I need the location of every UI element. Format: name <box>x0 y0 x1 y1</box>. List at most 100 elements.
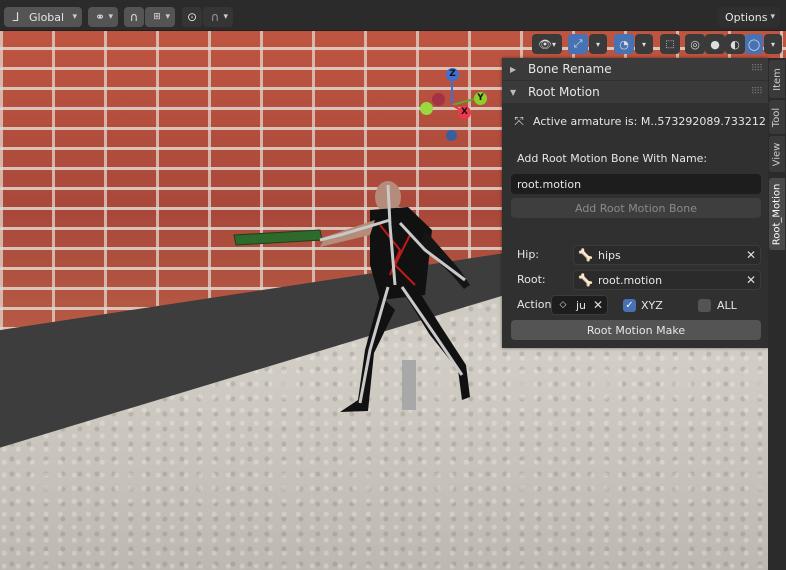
navigation-gizmo[interactable]: Z Y X <box>412 68 497 143</box>
add-root-motion-bone-button[interactable]: Add Root Motion Bone <box>511 198 761 218</box>
gizmo-toggle[interactable]: ⤢ <box>568 34 588 54</box>
solid-shading-icon: ● <box>710 37 720 51</box>
armature-icon: ⤧ <box>514 114 524 128</box>
tab-view[interactable]: View <box>769 136 785 172</box>
clear-x-icon[interactable]: ✕ <box>746 273 756 287</box>
root-value: root.motion <box>598 273 663 287</box>
gizmo-y-axis[interactable]: Y <box>474 92 487 105</box>
chevron-down-icon: ▾ <box>223 12 228 22</box>
hip-row: Hip: <box>517 248 539 261</box>
action-icon: ◇ <box>559 300 567 310</box>
clear-x-icon[interactable]: ✕ <box>593 298 603 312</box>
shading-dropdown[interactable]: ▾ <box>764 34 782 54</box>
transform-orientation-dropdown[interactable]: ⅃ Global ▾ <box>4 7 82 27</box>
sidebar-tabs: Item Tool View Root_Motion <box>768 58 786 570</box>
action-row: Action <box>517 298 551 311</box>
overlays-icon: ◔ <box>619 37 629 51</box>
proportional-edit-icon: ⊙ <box>186 10 198 24</box>
tab-item-label: Item <box>771 67 783 91</box>
overlays-toggle[interactable]: ◔ <box>614 34 634 54</box>
bone-rename-header[interactable]: ▶ Bone Rename ⠿⠿ <box>502 58 768 80</box>
chevron-down-icon: ▾ <box>770 39 775 49</box>
all-checkbox[interactable] <box>698 299 711 312</box>
tab-root-motion[interactable]: Root_Motion <box>769 178 785 250</box>
magnet-icon: ∩ <box>129 10 139 24</box>
chevron-down-icon: ▾ <box>641 39 646 49</box>
orientation-label: Global <box>29 10 65 24</box>
chevron-down-icon: ▾ <box>595 39 600 49</box>
chevron-down-icon: ▾ <box>165 12 170 22</box>
character-armature[interactable] <box>220 175 490 420</box>
gizmo-x-axis[interactable]: X <box>458 106 471 119</box>
snap-toggle[interactable]: ∩ <box>124 7 144 27</box>
collapsed-triangle-icon: ▶ <box>510 64 517 74</box>
drag-grip-icon[interactable]: ⠿⠿ <box>751 87 763 97</box>
root-bone-field[interactable]: 🦴 root.motion ✕ <box>573 270 761 290</box>
gizmo-z-axis[interactable]: Z <box>446 68 459 81</box>
xray-icon: ⬚ <box>665 38 675 50</box>
add-label-row: Add Root Motion Bone With Name: <box>517 152 707 165</box>
snap-increment-icon: ⊞ <box>153 12 161 22</box>
overlays-dropdown[interactable]: ▾ <box>635 34 653 54</box>
gizmo-neg-y-axis[interactable] <box>420 102 433 115</box>
clear-x-icon[interactable]: ✕ <box>746 248 756 262</box>
bone-icon: 🦴 <box>578 248 593 262</box>
pivot-icon: ⚭ <box>94 10 106 24</box>
root-motion-title: Root Motion <box>528 85 600 99</box>
solid-shading-button[interactable]: ● <box>705 34 725 54</box>
bone-rename-title: Bone Rename <box>528 62 612 76</box>
viewport-header: ⅃ Global ▾ ⚭ ▾ ∩ ⊞ ▾ ⊙ ∩ ▾ Options ▾ <box>0 0 786 31</box>
tab-root-motion-label: Root_Motion <box>771 183 783 245</box>
hip-value: hips <box>598 248 621 262</box>
action-value: ju <box>576 298 587 312</box>
rendered-shading-icon: ◯ <box>747 37 761 51</box>
gizmo-neg-x-axis[interactable] <box>432 93 445 106</box>
orientation-icon: ⅃ <box>12 10 20 24</box>
rendered-shading-button[interactable]: ◯ <box>745 34 763 54</box>
bone-icon: 🦴 <box>578 273 593 287</box>
tab-item[interactable]: Item <box>769 60 785 98</box>
tab-tool[interactable]: Tool <box>769 100 785 134</box>
add-root-motion-label: Add Root Motion Bone With Name: <box>517 152 708 165</box>
visibility-dropdown[interactable]: 👁 ▾ <box>532 34 562 54</box>
proportional-edit-toggle[interactable]: ⊙ <box>182 7 202 27</box>
drag-grip-icon[interactable]: ⠿⠿ <box>751 64 763 74</box>
chevron-down-icon: ▾ <box>72 12 77 22</box>
material-shading-icon: ◐ <box>730 37 740 51</box>
wireframe-icon: ◎ <box>690 37 700 51</box>
all-label: ALL <box>717 299 737 312</box>
chevron-down-icon: ▾ <box>770 12 775 22</box>
xray-toggle[interactable]: ⬚ <box>660 34 680 54</box>
xyz-checkbox[interactable]: ✓ <box>623 299 636 312</box>
sword-blade <box>233 229 323 246</box>
hip-bone-field[interactable]: 🦴 hips ✕ <box>573 245 761 265</box>
falloff-dropdown[interactable]: ∩ ▾ <box>203 7 233 27</box>
root-motion-name-value: root.motion <box>517 177 582 191</box>
root-bone <box>402 360 416 410</box>
pivot-point-dropdown[interactable]: ⚭ ▾ <box>88 7 118 27</box>
tab-tool-label: Tool <box>771 107 783 127</box>
chevron-down-icon: ▾ <box>108 12 113 22</box>
active-armature-text: Active armature is: M..573292089.733212 <box>533 114 766 128</box>
xyz-label: XYZ <box>641 299 663 312</box>
character-left-leg <box>340 295 395 412</box>
wireframe-shading-button[interactable]: ◎ <box>685 34 705 54</box>
sidebar-panel: ▶ Bone Rename ⠿⠿ ▼ Root Motion ⠿⠿ ⤧ Acti… <box>502 58 768 348</box>
action-label: Action <box>517 298 552 311</box>
root-motion-header[interactable]: ▼ Root Motion ⠿⠿ <box>502 81 768 103</box>
tab-view-label: View <box>771 142 783 166</box>
falloff-curve-icon: ∩ <box>210 10 220 24</box>
action-field[interactable]: ◇ ju ✕ <box>551 295 608 315</box>
root-motion-make-button[interactable]: Root Motion Make <box>511 320 761 340</box>
material-shading-button[interactable]: ◐ <box>725 34 745 54</box>
root-row: Root: <box>517 273 546 286</box>
root-motion-name-input[interactable]: root.motion <box>511 174 761 194</box>
gizmo-neg-z-axis[interactable] <box>446 130 457 141</box>
options-dropdown[interactable]: Options ▾ <box>718 7 780 27</box>
snap-target-dropdown[interactable]: ⊞ ▾ <box>145 7 175 27</box>
hip-label: Hip: <box>517 248 540 261</box>
options-label: Options <box>725 10 768 24</box>
gizmo-dropdown[interactable]: ▾ <box>589 34 607 54</box>
eye-icon: 👁 <box>538 37 552 51</box>
root-label: Root: <box>517 273 546 286</box>
